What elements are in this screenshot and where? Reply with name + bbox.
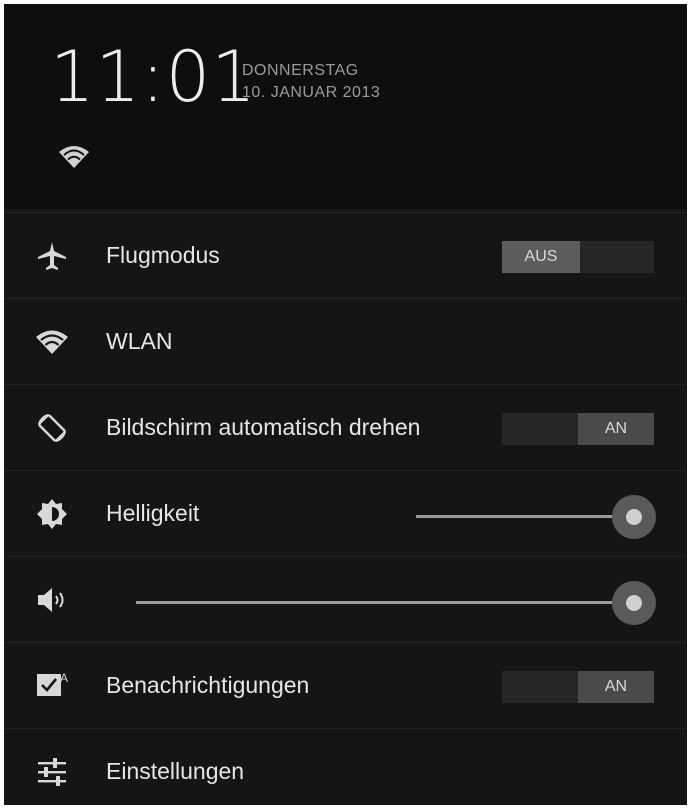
toggle-state-text: AN <box>604 420 628 437</box>
auto-rotate-toggle[interactable]: AN <box>502 413 654 445</box>
wlan-row[interactable]: WLAN <box>4 298 687 385</box>
wifi-status-icon <box>58 144 90 170</box>
wifi-icon <box>34 324 70 360</box>
settings-sliders-icon <box>34 754 70 790</box>
volume-slider-track[interactable] <box>136 601 634 604</box>
brightness-slider-knob[interactable] <box>626 509 642 525</box>
wlan-label: WLAN <box>106 328 173 354</box>
brightness-row: Helligkeit <box>4 470 687 557</box>
toggle-state-text: AUS <box>524 248 558 265</box>
auto-rotate-label: Bildschirm automatisch drehen <box>106 414 421 440</box>
volume-slider-knob[interactable] <box>626 595 642 611</box>
notifications-icon: A <box>34 668 70 704</box>
toggle-thumb: AN <box>578 413 654 445</box>
toggle-thumb: AUS <box>502 241 580 273</box>
volume-icon <box>34 582 70 618</box>
rotate-icon <box>34 410 70 446</box>
volume-row <box>4 556 687 643</box>
auto-rotate-row[interactable]: Bildschirm automatisch drehen AN <box>4 384 687 471</box>
toggle-state-text: AN <box>604 678 628 695</box>
brightness-icon <box>34 496 70 532</box>
airplane-mode-toggle[interactable]: AUS <box>502 241 654 273</box>
settings-label: Einstellungen <box>106 758 245 784</box>
date-label: 10. JANUAR 2013 <box>242 84 381 101</box>
notifications-toggle[interactable]: AN <box>502 671 654 703</box>
brightness-slider-track[interactable] <box>416 515 634 518</box>
weekday-label: DONNERSTAG <box>242 62 359 79</box>
airplane-icon <box>34 238 70 274</box>
toggle-thumb: AN <box>578 671 654 703</box>
clock: 11:01 <box>50 36 257 118</box>
notifications-row[interactable]: A Benachrichtigungen AN <box>4 642 687 729</box>
quick-settings-panel: 11:01 DONNERSTAG 10. JANUAR 2013 Flugmod… <box>4 4 687 805</box>
notifications-label: Benachrichtigungen <box>106 672 310 698</box>
airplane-mode-row[interactable]: Flugmodus AUS <box>4 212 687 299</box>
brightness-label: Helligkeit <box>106 500 200 526</box>
status-header: 11:01 DONNERSTAG 10. JANUAR 2013 <box>4 4 687 209</box>
settings-row[interactable]: Einstellungen <box>4 728 687 805</box>
airplane-mode-label: Flugmodus <box>106 242 220 268</box>
svg-text:A: A <box>60 671 68 685</box>
